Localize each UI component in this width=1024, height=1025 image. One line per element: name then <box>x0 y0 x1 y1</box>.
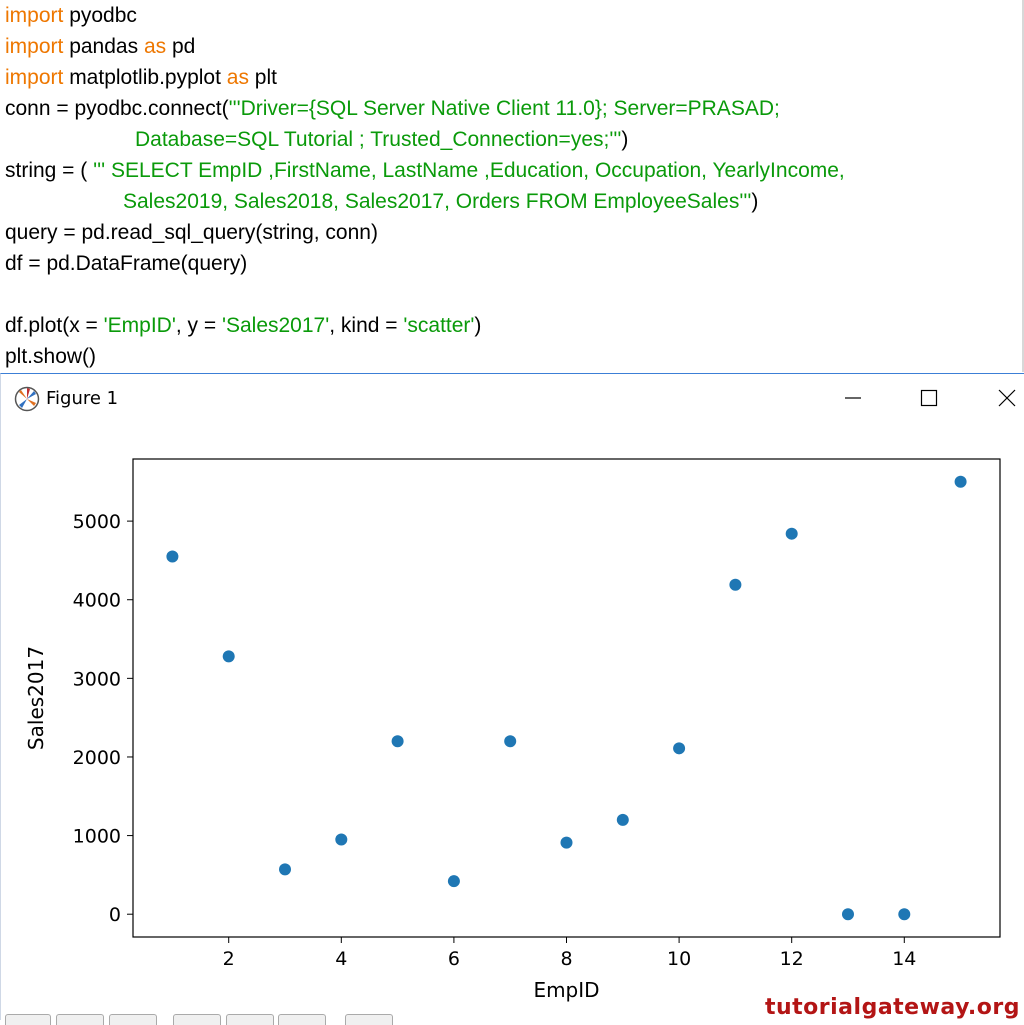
code-line-5: Database=SQL Tutorial ; Trusted_Connecti… <box>135 128 628 152</box>
x-tick-label: 6 <box>448 948 460 970</box>
code-text: matplotlib.pyplot <box>63 66 226 89</box>
y-tick-label: 0 <box>109 904 121 926</box>
string-literal: '''Driver={SQL Server Native Client 11.0… <box>229 97 780 120</box>
data-point <box>166 550 178 562</box>
y-tick-label: 5000 <box>73 511 121 533</box>
data-point <box>335 834 347 846</box>
data-point <box>786 528 798 540</box>
code-text: ) <box>621 128 628 151</box>
code-text: df.plot(x = <box>5 314 104 337</box>
code-text: plt <box>249 66 277 89</box>
x-tick-label: 4 <box>335 948 347 970</box>
y-tick-label: 1000 <box>73 826 121 848</box>
code-editor[interactable]: import pyodbc import pandas as pd import… <box>0 0 1024 372</box>
x-tick-label: 10 <box>667 948 691 970</box>
code-line-1: import pyodbc <box>5 4 137 28</box>
data-point <box>673 742 685 754</box>
string-literal: Database=SQL Tutorial ; Trusted_Connecti… <box>135 128 621 151</box>
data-point <box>955 476 967 488</box>
scatter-chart: 2 4 6 8 10 12 14 0 1000 2000 3000 4000 5000 EmpID Sale… <box>1 374 1024 1021</box>
x-axis-label: EmpID <box>533 978 599 1002</box>
figure-window: Figure 1 2468101214010002000300040005000… <box>0 373 1024 1020</box>
code-line-4: conn = pyodbc.connect('''Driver={SQL Ser… <box>5 97 780 121</box>
string-literal: ''' SELECT EmpID ,FirstName, LastName ,E… <box>93 159 845 182</box>
data-point <box>729 579 741 591</box>
y-tick-label: 2000 <box>73 747 121 769</box>
data-point <box>617 814 629 826</box>
keyword: import <box>5 66 63 89</box>
data-point <box>504 735 516 747</box>
code-line-10: df.plot(x = 'EmpID', y = 'Sales2017', ki… <box>5 314 481 338</box>
y-tick-label: 4000 <box>73 590 121 612</box>
code-text: , y = <box>176 314 222 337</box>
y-tick-label: 3000 <box>73 668 121 690</box>
keyword: as <box>144 35 166 58</box>
string-literal: 'EmpID' <box>104 314 176 337</box>
keyword: import <box>5 4 63 27</box>
string-literal: 'Sales2017' <box>222 314 329 337</box>
code-line-2: import pandas as pd <box>5 35 195 59</box>
watermark: tutorialgateway.org <box>765 995 1020 1020</box>
code-text: pd <box>166 35 195 58</box>
code-line-9: df = pd.DataFrame(query) <box>5 252 247 276</box>
data-point <box>561 837 573 849</box>
code-line-11: plt.show() <box>5 345 96 369</box>
data-point <box>898 908 910 920</box>
x-tick-label: 2 <box>223 948 235 970</box>
x-tick-label: 12 <box>780 948 804 970</box>
plot-area <box>133 459 1000 937</box>
code-text: pyodbc <box>63 4 137 27</box>
code-line-7: Sales2019, Sales2018, Sales2017, Orders … <box>123 190 758 214</box>
code-line-3: import matplotlib.pyplot as plt <box>5 66 277 90</box>
code-text: string = ( <box>5 159 93 182</box>
keyword: import <box>5 35 63 58</box>
data-point <box>392 735 404 747</box>
code-text: pandas <box>63 35 144 58</box>
data-point <box>842 908 854 920</box>
code-text: conn = pyodbc.connect( <box>5 97 229 120</box>
x-tick-label: 14 <box>892 948 916 970</box>
keyword: as <box>227 66 249 89</box>
data-point <box>223 650 235 662</box>
code-text: , kind = <box>329 314 403 337</box>
data-point <box>448 875 460 887</box>
x-tick-label: 8 <box>560 948 572 970</box>
code-text: ) <box>474 314 481 337</box>
string-literal: 'scatter' <box>403 314 474 337</box>
y-axis-label: Sales2017 <box>24 646 48 750</box>
code-line-6: string = ( ''' SELECT EmpID ,FirstName, … <box>5 159 845 183</box>
code-line-8: query = pd.read_sql_query(string, conn) <box>5 221 378 245</box>
data-point <box>279 863 291 875</box>
code-text: ) <box>751 190 758 213</box>
string-literal: Sales2019, Sales2018, Sales2017, Orders … <box>123 190 751 213</box>
figure-toolbar <box>1 1014 401 1022</box>
